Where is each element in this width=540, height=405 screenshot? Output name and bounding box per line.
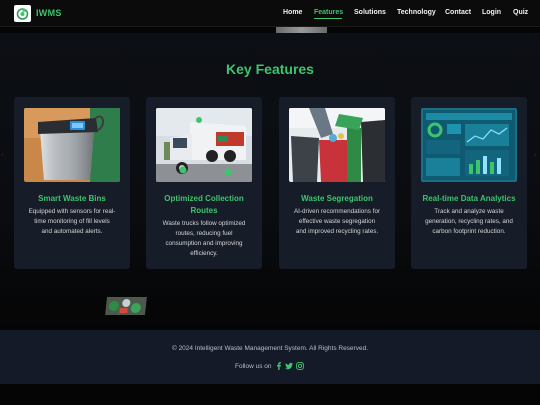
navbar: IWMS Home Features Solutions Technology … xyxy=(0,0,540,27)
brand-name[interactable]: IWMS xyxy=(36,8,62,18)
active-nav-underline xyxy=(314,18,342,19)
card-description: Waste trucks follow optimized routes, re… xyxy=(162,220,246,257)
recycle-leaf-icon xyxy=(16,8,29,20)
nav-contact[interactable]: Contact xyxy=(445,9,471,16)
card-title: Real-time Data Analytics xyxy=(422,194,516,203)
nav-login[interactable]: Login xyxy=(482,9,501,16)
analytics-dashboard-image xyxy=(421,108,517,182)
smart-bin-image xyxy=(24,108,120,182)
carousel-next-icon[interactable]: › xyxy=(534,150,539,160)
feature-card-segregation[interactable]: Waste Segregation AI-driven recommendati… xyxy=(279,97,395,269)
nav-features[interactable]: Features xyxy=(314,9,343,16)
section-title: Key Features xyxy=(226,61,314,77)
garbage-truck-image xyxy=(156,108,252,182)
card-title: Smart Waste Bins xyxy=(38,194,106,203)
logo[interactable] xyxy=(14,5,31,22)
card-title: Waste Segregation xyxy=(301,194,373,203)
twitter-icon[interactable] xyxy=(285,362,293,370)
card-description: AI-driven recommendations for effective … xyxy=(293,208,381,235)
instagram-icon[interactable] xyxy=(296,362,304,370)
nav-solutions[interactable]: Solutions xyxy=(354,9,386,16)
recycling-bins-image xyxy=(289,108,385,182)
feature-card-collection-routes[interactable]: Optimized Collection Routes Waste trucks… xyxy=(146,97,262,269)
carousel-prev-icon[interactable]: ‹ xyxy=(1,150,6,160)
feature-card-smart-bins[interactable]: Smart Waste Bins Equipped with sensors f… xyxy=(14,97,130,269)
footer: © 2024 Intelligent Waste Management Syst… xyxy=(0,330,540,384)
feature-card-data-analytics[interactable]: Real-time Data Analytics Track and analy… xyxy=(411,97,527,269)
nav-quiz[interactable]: Quiz xyxy=(513,9,528,16)
card-description: Track and analyze waste generation, recy… xyxy=(425,208,513,235)
facebook-icon[interactable] xyxy=(275,362,283,370)
card-title: Optimized Collection Routes xyxy=(164,194,244,215)
nav-home[interactable]: Home xyxy=(283,9,302,16)
copyright-text: © 2024 Intelligent Waste Management Syst… xyxy=(171,345,369,352)
card-description: Equipped with sensors for real- time mon… xyxy=(28,208,116,235)
follow-label: Follow us on xyxy=(235,363,272,370)
nav-technology[interactable]: Technology xyxy=(397,9,436,16)
decorative-image-fragment xyxy=(105,297,147,315)
